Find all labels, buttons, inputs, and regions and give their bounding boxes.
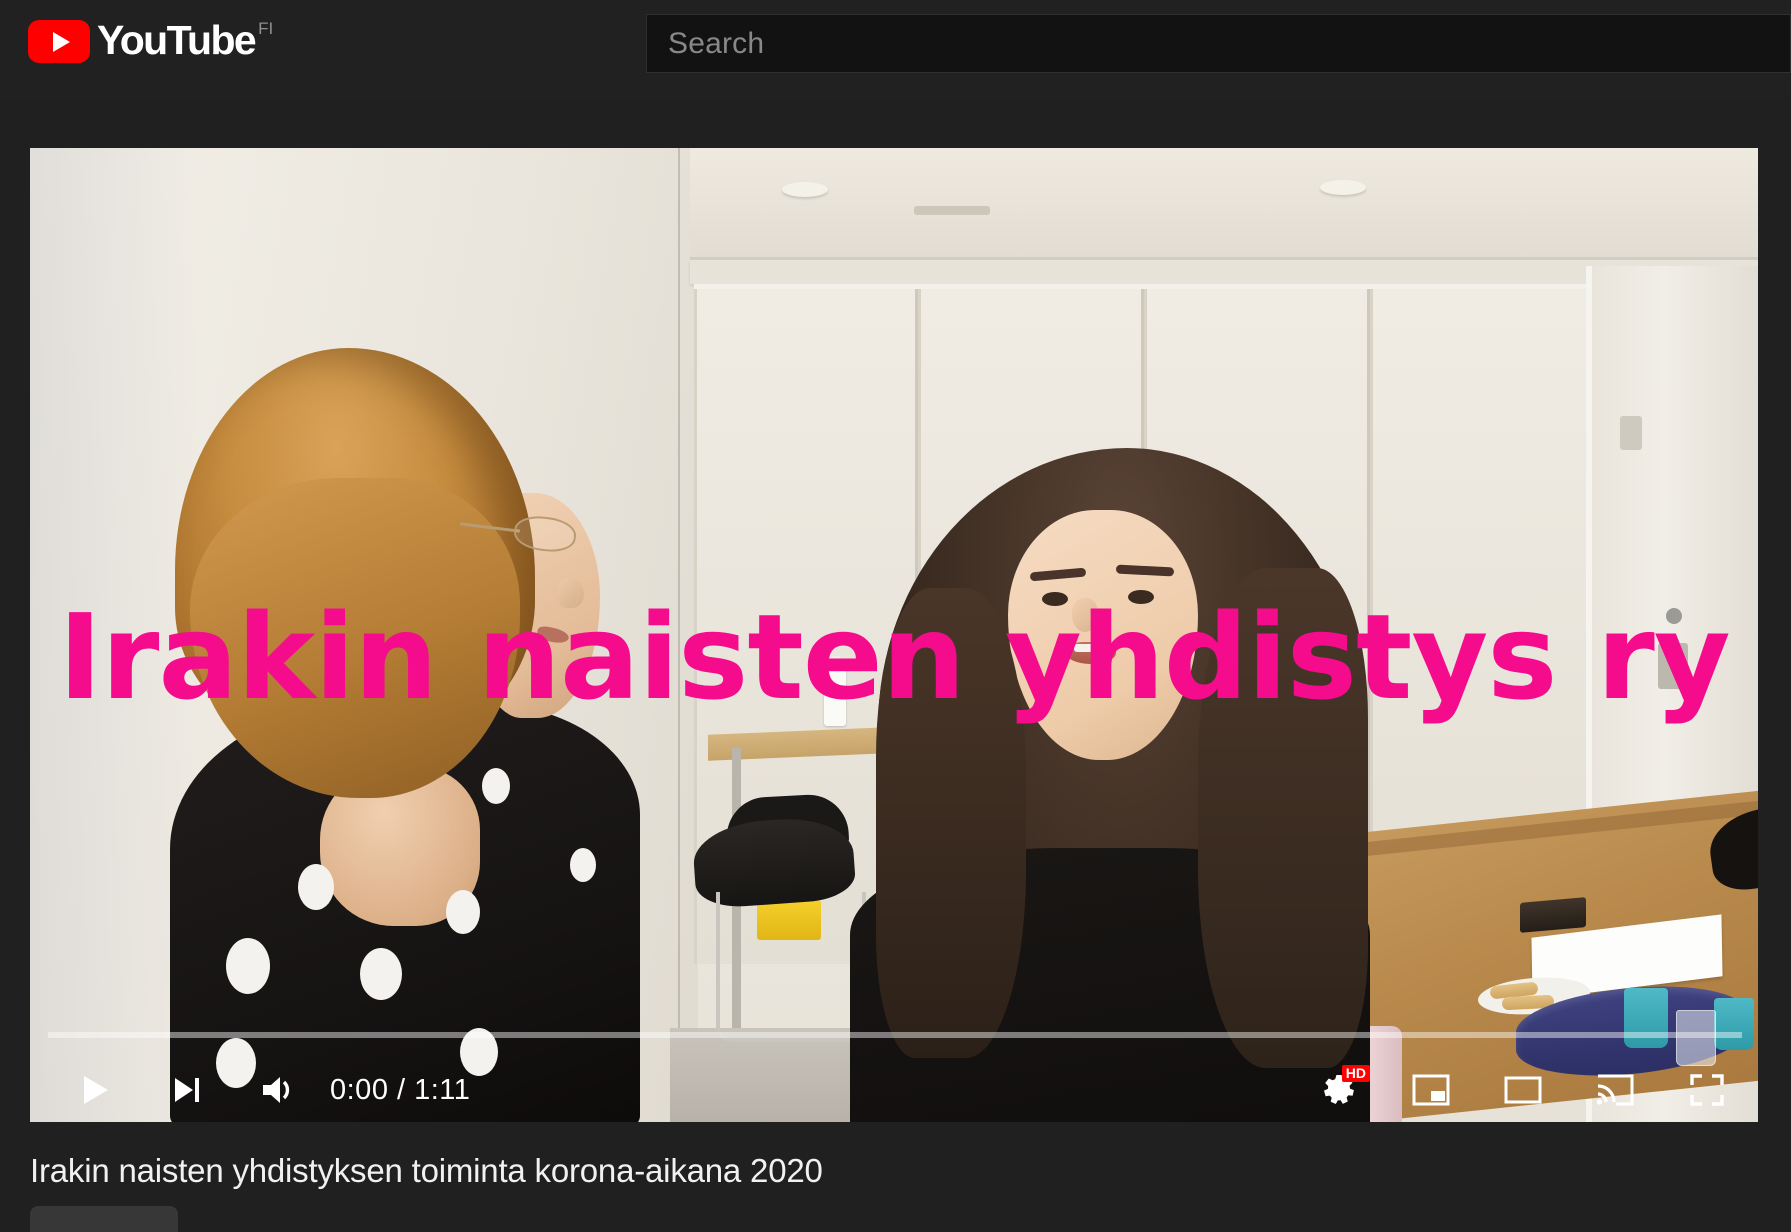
search-placeholder-text: Search	[668, 26, 765, 60]
video-meta-chip[interactable]	[30, 1206, 178, 1232]
door-plate	[1658, 643, 1688, 689]
wall-seam	[678, 148, 680, 1122]
sanitizer-cap	[829, 656, 841, 670]
smoke-detector-icon	[1320, 180, 1366, 195]
miniplayer-button[interactable]	[1402, 1061, 1460, 1119]
person-left-nose	[558, 578, 584, 608]
person-right-eye	[1128, 590, 1154, 604]
theater-mode-button[interactable]	[1494, 1061, 1552, 1119]
play-button[interactable]	[66, 1061, 124, 1119]
person-right-eye	[1042, 592, 1068, 606]
polka-dot	[570, 848, 596, 882]
theater-icon	[1504, 1076, 1542, 1104]
progress-track	[48, 1032, 1742, 1038]
person-right-nose	[1072, 598, 1098, 632]
search-input[interactable]: Search	[646, 14, 1791, 73]
play-icon	[84, 1076, 108, 1104]
wallet	[1520, 897, 1586, 933]
progress-bar[interactable]	[48, 1032, 1742, 1038]
ceiling	[690, 148, 1758, 260]
smoke-detector-icon	[782, 182, 828, 197]
time-display: 0:00 / 1:11	[330, 1073, 471, 1106]
miniplayer-icon	[1412, 1074, 1450, 1106]
next-icon	[175, 1078, 199, 1102]
volume-button[interactable]	[250, 1061, 308, 1119]
settings-gear-button[interactable]: HD	[1310, 1061, 1370, 1119]
youtube-wordmark: YouTube	[97, 17, 257, 63]
video-player[interactable]: Irakin naisten yhdistys ry 0:00 / 1:11 H…	[30, 148, 1758, 1122]
polka-dot	[226, 938, 270, 994]
volume-icon	[263, 1077, 290, 1103]
hand-sanitizer-bottle	[824, 668, 846, 726]
left-controls: 0:00 / 1:11	[66, 1061, 470, 1119]
hd-quality-badge: HD	[1341, 1065, 1370, 1082]
door-hinge	[1620, 416, 1642, 450]
control-buttons-row: 0:00 / 1:11 HD	[30, 1058, 1758, 1122]
youtube-logo[interactable]: YouTube FI	[28, 18, 273, 63]
person-right-teeth	[1074, 644, 1106, 652]
fullscreen-icon	[1690, 1074, 1724, 1106]
country-code-label: FI	[258, 19, 274, 38]
video-frame: Irakin naisten yhdistys ry	[30, 148, 1758, 1122]
cast-button[interactable]	[1586, 1061, 1644, 1119]
video-title: Irakin naisten yhdistyksen toiminta koro…	[30, 1152, 823, 1189]
next-video-button[interactable]	[158, 1061, 216, 1119]
person-right-hair-right	[1198, 568, 1368, 1068]
polka-dot	[482, 768, 510, 804]
masthead-header: YouTube FI Search	[0, 0, 1791, 98]
right-controls: HD	[1310, 1061, 1736, 1119]
youtube-play-icon	[28, 20, 90, 63]
polka-dot	[446, 890, 480, 934]
fullscreen-button[interactable]	[1678, 1061, 1736, 1119]
ceiling-vent	[914, 206, 990, 215]
polka-dot	[360, 948, 402, 1000]
person-right-hair-left	[876, 588, 1026, 1058]
door-knob	[1666, 608, 1682, 624]
player-controls: 0:00 / 1:11 HD	[30, 996, 1758, 1122]
cast-icon	[1596, 1074, 1634, 1106]
play-triangle-shape	[52, 31, 70, 52]
polka-dot	[298, 864, 334, 910]
